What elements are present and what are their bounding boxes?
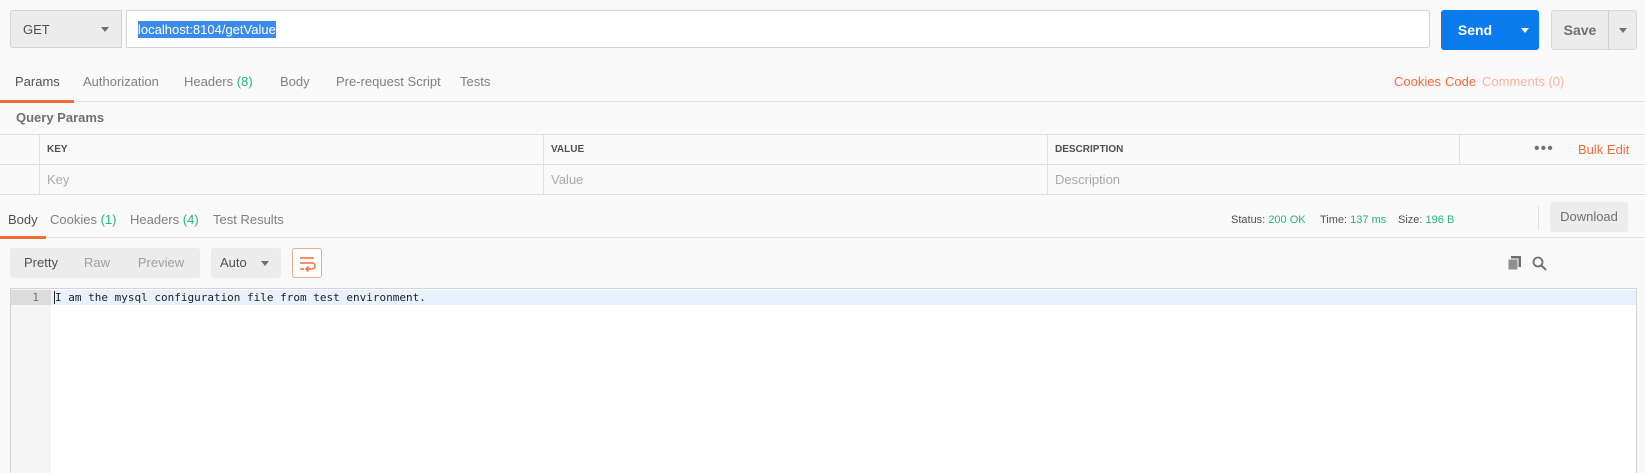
pretty-button[interactable]: Pretty [10, 248, 72, 278]
column-divider [1459, 135, 1460, 165]
method-select[interactable]: GET [10, 10, 122, 48]
response-headers-count: (4) [182, 212, 199, 227]
download-divider [1538, 206, 1539, 230]
tab-params[interactable]: Params [0, 62, 74, 103]
response-tab-test-results-label: Test Results [213, 212, 284, 227]
line-gutter [11, 289, 51, 473]
tab-body[interactable]: Body [280, 62, 310, 102]
save-label: Save [1563, 22, 1597, 38]
chevron-down-icon [1520, 27, 1529, 33]
size-label: Size: [1398, 214, 1423, 226]
tab-tests-label: Tests [460, 74, 491, 89]
postman-window: GET localhost:8104/getValue Send Save Pa… [0, 0, 1645, 473]
send-label: Send [1457, 22, 1493, 38]
raw-button[interactable]: Raw [72, 248, 122, 278]
response-size: Size: 196 B [1398, 202, 1454, 238]
comments-link[interactable]: Comments (0) [1482, 62, 1564, 102]
bulk-edit-link[interactable]: Bulk Edit [1578, 135, 1629, 165]
tab-headers-label: Headers [184, 74, 234, 89]
column-key: KEY [39, 135, 543, 165]
wrap-lines-button[interactable] [292, 248, 322, 278]
wrap-lines-icon [300, 257, 316, 273]
description-input[interactable]: Description [1047, 165, 1645, 195]
status-value: 200 OK [1268, 214, 1306, 226]
request-tabs: Params Authorization Headers (8) Body Pr… [0, 62, 1645, 103]
response-tab-body[interactable]: Body [0, 202, 46, 239]
tab-authorization[interactable]: Authorization [83, 62, 159, 102]
time-label: Time: [1320, 214, 1348, 226]
search-icon[interactable] [1532, 256, 1547, 274]
column-description: DESCRIPTION [1047, 135, 1457, 165]
url-input[interactable]: localhost:8104/getValue [126, 10, 1430, 48]
download-button[interactable]: Download [1550, 202, 1628, 232]
response-tabs: Body Cookies (1) Headers (4) Test Result… [0, 202, 1645, 239]
format-value: Auto [220, 255, 247, 270]
save-options-dropdown[interactable] [1609, 27, 1636, 33]
view-mode-toggle: Pretty Raw Preview [10, 248, 200, 278]
preview-button[interactable]: Preview [122, 248, 200, 278]
method-value: GET [23, 21, 50, 37]
response-tab-body-label: Body [8, 212, 38, 227]
params-input-row: Key Value Description [0, 165, 1645, 195]
tab-params-label: Params [15, 74, 60, 89]
column-value: VALUE [543, 135, 1047, 165]
response-tab-test-results[interactable]: Test Results [213, 202, 284, 238]
response-tab-cookies[interactable]: Cookies (1) [50, 202, 116, 238]
copy-icon[interactable] [1507, 256, 1522, 273]
more-options-icon[interactable]: ••• [1534, 135, 1554, 165]
url-text: localhost:8104/getValue [138, 20, 276, 38]
tab-prerequest-script[interactable]: Pre-request Script [336, 62, 441, 102]
time-value: 137 ms [1350, 214, 1387, 226]
response-body-line: I am the mysql configuration file from t… [55, 291, 426, 304]
key-input[interactable]: Key [39, 165, 543, 195]
send-button[interactable]: Send [1441, 10, 1539, 50]
value-input[interactable]: Value [543, 165, 1047, 195]
chevron-down-icon [1618, 27, 1627, 33]
response-body-editor[interactable]: 1 I am the mysql configuration file from… [10, 288, 1637, 473]
response-status: Status: 200 OK [1231, 202, 1306, 238]
response-tab-cookies-label: Cookies [50, 212, 97, 227]
save-button[interactable]: Save [1551, 10, 1637, 50]
code-link[interactable]: Code [1445, 62, 1476, 102]
send-options-dropdown[interactable] [1510, 27, 1539, 33]
tab-body-label: Body [280, 74, 310, 89]
status-label: Status: [1231, 214, 1266, 226]
params-header-row: KEY VALUE DESCRIPTION ••• Bulk Edit [0, 135, 1645, 165]
format-select[interactable]: Auto [211, 248, 281, 278]
response-time: Time: 137 ms [1320, 202, 1386, 238]
response-tab-headers-label: Headers [130, 212, 180, 227]
chevron-down-icon [101, 27, 109, 32]
tab-headers-count: (8) [236, 74, 253, 89]
query-params-table: KEY VALUE DESCRIPTION ••• Bulk Edit Key … [0, 134, 1645, 195]
line-number: 1 [32, 291, 39, 304]
tab-tests[interactable]: Tests [460, 62, 490, 102]
size-value: 196 B [1425, 214, 1455, 226]
tab-headers[interactable]: Headers (8) [184, 62, 253, 102]
response-tab-headers[interactable]: Headers (4) [130, 202, 199, 238]
response-cookies-count: (1) [100, 212, 117, 227]
tab-authorization-label: Authorization [83, 74, 159, 89]
chevron-down-icon [261, 261, 269, 266]
cookies-link[interactable]: Cookies [1394, 62, 1441, 102]
tab-prerequest-label: Pre-request Script [336, 74, 441, 89]
query-params-title: Query Params [16, 110, 105, 125]
